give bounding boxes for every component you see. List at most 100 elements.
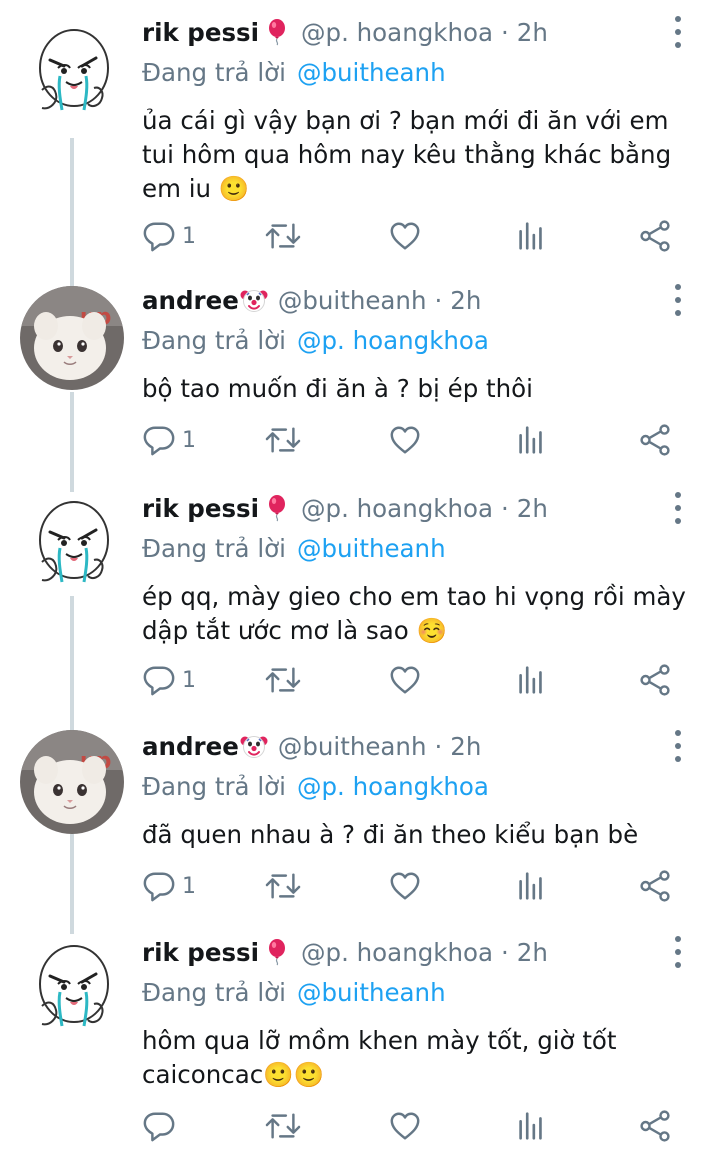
reply-button[interactable]: 1	[142, 866, 196, 906]
tweet[interactable]: andree @buitheanh · 2h Đang trả lời @p. …	[0, 280, 719, 488]
share-icon	[638, 219, 672, 253]
avatar[interactable]	[20, 936, 124, 1040]
author-handle[interactable]: @p. hoangkhoa	[301, 494, 493, 523]
author-name[interactable]: andree	[142, 286, 239, 315]
author-handle[interactable]: @buitheanh	[278, 732, 427, 761]
timestamp[interactable]: 2h	[517, 938, 548, 967]
replying-to-link[interactable]: @buitheanh	[297, 534, 446, 563]
reply-icon	[142, 869, 176, 903]
separator-dot: ·	[501, 493, 509, 523]
like-button[interactable]	[388, 866, 422, 906]
share-button[interactable]	[638, 420, 672, 460]
like-button[interactable]	[388, 1106, 422, 1146]
more-options-icon[interactable]	[668, 492, 688, 524]
retweet-icon	[264, 219, 302, 253]
more-options-icon[interactable]	[668, 730, 688, 762]
share-button[interactable]	[638, 1106, 672, 1146]
retweet-button[interactable]	[264, 866, 302, 906]
retweet-icon	[264, 1109, 302, 1143]
avatar[interactable]	[20, 492, 124, 596]
view-stats-button[interactable]	[514, 420, 548, 460]
reply-button[interactable]: 1	[142, 660, 196, 700]
like-button[interactable]	[388, 216, 422, 256]
replying-to-link[interactable]: @p. hoangkhoa	[297, 326, 489, 355]
like-button[interactable]	[388, 660, 422, 700]
author-name[interactable]: andree	[142, 732, 239, 761]
stats-icon	[514, 663, 548, 697]
author-name[interactable]: rik pessi	[142, 494, 259, 523]
tweet-header: rik pessi @p. hoangkhoa · 2h	[142, 932, 548, 972]
replying-to-link[interactable]: @p. hoangkhoa	[297, 772, 489, 801]
tweet[interactable]: rik pessi @p. hoangkhoa · 2h Đang trả lờ…	[0, 488, 719, 720]
timestamp[interactable]: 2h	[450, 732, 481, 761]
stats-icon	[514, 219, 548, 253]
share-icon	[638, 423, 672, 457]
share-icon	[638, 1109, 672, 1143]
reply-icon	[142, 663, 176, 697]
timestamp[interactable]: 2h	[517, 18, 548, 47]
tweet-text: bộ tao muốn đi ăn à ? bị ép thôi	[142, 374, 533, 403]
reply-button[interactable]	[142, 1106, 182, 1146]
tweet-actions: 1	[142, 866, 682, 906]
retweet-button[interactable]	[264, 216, 302, 256]
share-button[interactable]	[638, 660, 672, 700]
separator-dot: ·	[434, 731, 443, 761]
reply-icon	[142, 219, 176, 253]
reply-button[interactable]: 1	[142, 216, 196, 256]
avatar[interactable]	[20, 20, 124, 124]
replying-to-label: Đang trả lời	[142, 533, 286, 563]
stats-icon	[514, 423, 548, 457]
reply-button[interactable]: 1	[142, 420, 196, 460]
timestamp[interactable]: 2h	[517, 494, 548, 523]
tweet-header: rik pessi @p. hoangkhoa · 2h	[142, 12, 548, 52]
tweet-text: đã quen nhau à ? đi ăn theo kiểu bạn bè	[142, 820, 639, 849]
retweet-button[interactable]	[264, 1106, 302, 1146]
tweet[interactable]: rik pessi @p. hoangkhoa · 2h Đang trả lờ…	[0, 12, 719, 272]
view-stats-button[interactable]	[514, 866, 548, 906]
replying-to-label: Đang trả lời	[142, 325, 286, 355]
share-icon	[638, 869, 672, 903]
author-name[interactable]: rik pessi	[142, 18, 259, 47]
timestamp[interactable]: 2h	[450, 286, 481, 315]
tweet-actions	[142, 1106, 682, 1146]
retweet-button[interactable]	[264, 660, 302, 700]
reply-count: 1	[182, 223, 196, 249]
view-stats-button[interactable]	[514, 660, 548, 700]
author-handle[interactable]: @p. hoangkhoa	[301, 938, 493, 967]
tweet-header: andree @buitheanh · 2h	[142, 280, 481, 320]
tweet-text: ép qq, mày gieo cho em tao hi vọng rồi m…	[142, 582, 686, 645]
replying-to: Đang trả lời @p. hoangkhoa	[142, 320, 489, 360]
more-options-icon[interactable]	[668, 936, 688, 968]
author-handle[interactable]: @buitheanh	[278, 286, 427, 315]
tweet-header: andree @buitheanh · 2h	[142, 726, 481, 766]
author-name[interactable]: rik pessi	[142, 938, 259, 967]
avatar[interactable]	[20, 286, 124, 390]
retweet-icon	[264, 869, 302, 903]
like-button[interactable]	[388, 420, 422, 460]
more-options-icon[interactable]	[668, 284, 688, 316]
stats-icon	[514, 869, 548, 903]
tweet[interactable]: andree @buitheanh · 2h Đang trả lời @p. …	[0, 726, 719, 930]
replying-to: Đang trả lời @buitheanh	[142, 528, 446, 568]
share-button[interactable]	[638, 866, 672, 906]
reply-count: 1	[182, 427, 196, 453]
view-stats-button[interactable]	[514, 216, 548, 256]
reply-count: 1	[182, 873, 196, 899]
avatar[interactable]	[20, 730, 124, 834]
heart-icon	[388, 663, 422, 697]
tweet-actions: 1	[142, 660, 682, 700]
replying-to-label: Đang trả lời	[142, 977, 286, 1007]
retweet-icon	[264, 663, 302, 697]
tweet[interactable]: rik pessi @p. hoangkhoa · 2h Đang trả lờ…	[0, 932, 719, 1155]
retweet-button[interactable]	[264, 420, 302, 460]
more-options-icon[interactable]	[668, 16, 688, 48]
tweet-header: rik pessi @p. hoangkhoa · 2h	[142, 488, 548, 528]
replying-to-label: Đang trả lời	[142, 771, 286, 801]
author-handle[interactable]: @p. hoangkhoa	[301, 18, 493, 47]
replying-to-link[interactable]: @buitheanh	[297, 978, 446, 1007]
balloon-icon	[263, 494, 291, 522]
replying-to-link[interactable]: @buitheanh	[297, 58, 446, 87]
view-stats-button[interactable]	[514, 1106, 548, 1146]
share-button[interactable]	[638, 216, 672, 256]
tweet-actions: 1	[142, 216, 682, 256]
